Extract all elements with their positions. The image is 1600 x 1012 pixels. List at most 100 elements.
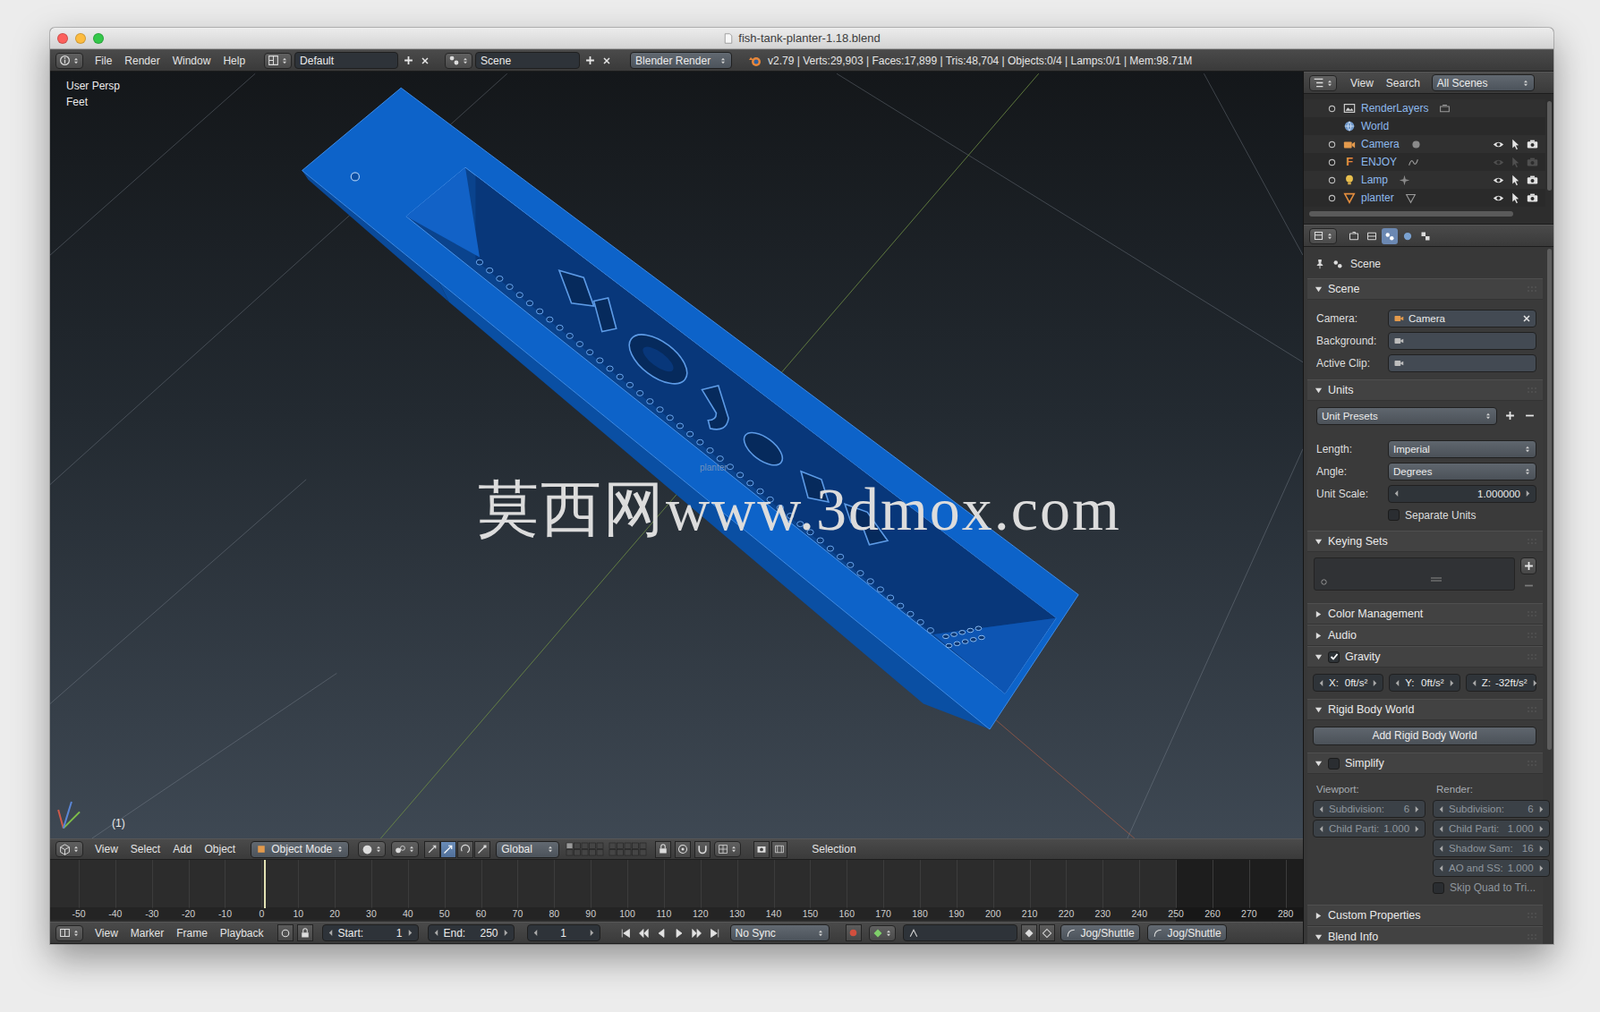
outliner-scrollbar[interactable] bbox=[1545, 99, 1554, 209]
expand-circle-icon[interactable] bbox=[1327, 104, 1337, 113]
outliner-row[interactable]: World bbox=[1303, 117, 1546, 136]
keying-mode-dropdown[interactable] bbox=[868, 925, 896, 942]
object-name[interactable]: Lamp bbox=[1361, 173, 1388, 187]
menu-item[interactable]: Playback bbox=[213, 926, 271, 941]
outliner-row[interactable]: RenderLayers bbox=[1303, 99, 1546, 118]
editor-type-button[interactable] bbox=[55, 925, 84, 942]
remove-keying-set-button[interactable] bbox=[1520, 577, 1537, 595]
expanded-triangle-icon[interactable] bbox=[1314, 285, 1323, 294]
render-camera-icon[interactable] bbox=[1526, 138, 1539, 151]
lock-layers-button[interactable] bbox=[655, 841, 672, 859]
timeline[interactable]: -50-40-30-20-100102030405060708090100110… bbox=[50, 859, 1303, 922]
start-frame-field[interactable]: Start:1 bbox=[322, 924, 419, 942]
context-tab[interactable] bbox=[1381, 228, 1398, 245]
menu-item[interactable]: Search bbox=[1379, 76, 1427, 91]
expanded-triangle-icon[interactable] bbox=[1314, 653, 1323, 662]
enum-dropdown[interactable]: Degrees bbox=[1387, 462, 1537, 481]
panel-header[interactable]: Blend Info bbox=[1307, 926, 1543, 945]
expand-circle-icon[interactable] bbox=[1327, 194, 1337, 203]
outliner-horizontal-scrollbar[interactable] bbox=[1303, 208, 1554, 220]
menu-item[interactable]: Object bbox=[198, 842, 243, 857]
menu-item[interactable]: Frame bbox=[170, 926, 214, 941]
context-tab[interactable] bbox=[1345, 228, 1362, 245]
simplify-field[interactable]: Child Parti:1.000 bbox=[1312, 819, 1426, 838]
panel-header[interactable]: Keying Sets bbox=[1307, 530, 1543, 553]
close-button[interactable] bbox=[57, 33, 69, 44]
simplify-field[interactable]: Subdivision:6 bbox=[1312, 800, 1426, 818]
insert-keyframe-button[interactable] bbox=[1021, 924, 1038, 942]
play-reverse-button[interactable] bbox=[654, 924, 670, 942]
expand-toggle[interactable] bbox=[1326, 102, 1337, 114]
rotate-manipulator[interactable] bbox=[457, 841, 474, 859]
menu-item[interactable]: View bbox=[1344, 76, 1380, 91]
panel-enable-checkbox[interactable] bbox=[1327, 757, 1340, 770]
menu-item[interactable]: Select bbox=[124, 842, 167, 857]
gravity-field[interactable]: Y:0ft/s² bbox=[1388, 673, 1460, 692]
scale-manipulator[interactable] bbox=[474, 841, 491, 859]
zoom-button[interactable] bbox=[93, 33, 104, 44]
add-keying-set-button[interactable] bbox=[1520, 557, 1537, 575]
auto-keying-toggle[interactable] bbox=[845, 924, 862, 942]
simplify-field[interactable]: AO and SS:1.000 bbox=[1432, 859, 1550, 877]
gravity-field[interactable]: Z:-32ft/s² bbox=[1465, 673, 1537, 692]
menu-item[interactable]: File bbox=[88, 53, 119, 69]
end-frame-field[interactable]: End:250 bbox=[427, 924, 515, 942]
menu-item[interactable]: Render bbox=[118, 53, 166, 69]
pivot-dropdown[interactable] bbox=[391, 841, 419, 858]
simplify-field[interactable]: Subdivision:6 bbox=[1432, 800, 1550, 818]
menu-item[interactable]: View bbox=[88, 842, 125, 857]
simplify-field[interactable]: Shadow Sam:16 bbox=[1432, 839, 1550, 858]
id-field[interactable]: Camera bbox=[1387, 309, 1537, 328]
orientation-dropdown[interactable]: Global bbox=[495, 841, 560, 859]
select-cursor-icon[interactable] bbox=[1509, 138, 1522, 151]
manipulator-toggle[interactable] bbox=[424, 841, 441, 859]
panel-header[interactable]: Audio bbox=[1307, 624, 1543, 647]
object-data[interactable] bbox=[1438, 102, 1451, 115]
render-camera-icon[interactable] bbox=[1526, 192, 1539, 205]
remove-scene-button[interactable] bbox=[599, 51, 614, 69]
scene-field[interactable]: Scene bbox=[475, 51, 580, 69]
context-tab[interactable] bbox=[1363, 228, 1380, 245]
proportional-edit-button[interactable] bbox=[674, 841, 691, 859]
number-field[interactable]: 1.000000 bbox=[1387, 485, 1537, 503]
render-camera-icon[interactable] bbox=[1526, 174, 1539, 187]
translate-manipulator[interactable] bbox=[440, 841, 457, 859]
layout-button[interactable] bbox=[263, 52, 292, 69]
collapsed-triangle-icon[interactable] bbox=[1314, 631, 1323, 640]
object-data[interactable] bbox=[1404, 192, 1417, 205]
expand-toggle[interactable] bbox=[1326, 138, 1337, 150]
outliner-row[interactable]: Lamp bbox=[1303, 170, 1546, 189]
expanded-triangle-icon[interactable] bbox=[1314, 386, 1323, 395]
select-cursor-icon[interactable] bbox=[1509, 192, 1522, 205]
menu-item[interactable]: Help bbox=[216, 53, 252, 69]
select-cursor-icon[interactable] bbox=[1509, 156, 1522, 169]
eye-icon[interactable] bbox=[1492, 156, 1505, 169]
gravity-field[interactable]: X:0ft/s² bbox=[1312, 673, 1384, 692]
panel-enable-checkbox[interactable] bbox=[1327, 651, 1340, 664]
editor-type-button[interactable] bbox=[55, 52, 84, 69]
properties-scrollbar[interactable] bbox=[1545, 246, 1554, 945]
minimize-button[interactable] bbox=[75, 33, 86, 44]
opengl-animation-button[interactable] bbox=[771, 841, 788, 859]
panel-header[interactable]: Color Management bbox=[1307, 603, 1543, 625]
jog-shuttle-button[interactable]: Jog/Shuttle bbox=[1060, 924, 1141, 942]
scene-button[interactable] bbox=[444, 52, 473, 69]
render-engine-dropdown[interactable]: Blender Render bbox=[629, 51, 732, 69]
outliner-row[interactable]: Camera bbox=[1303, 135, 1546, 154]
jump-start-button[interactable] bbox=[618, 924, 634, 942]
select-cursor-icon[interactable] bbox=[1509, 174, 1522, 187]
next-keyframe-button[interactable] bbox=[689, 924, 706, 942]
separate-units-checkbox[interactable] bbox=[1387, 509, 1400, 521]
layers-icon[interactable] bbox=[565, 838, 605, 860]
preview-range-toggle[interactable] bbox=[277, 924, 294, 942]
outliner-row[interactable]: planter bbox=[1303, 188, 1546, 207]
menu-item[interactable]: Window bbox=[166, 53, 218, 69]
panel-header[interactable]: Custom Properties bbox=[1307, 904, 1543, 927]
eye-icon[interactable] bbox=[1492, 138, 1505, 151]
3d-viewport[interactable]: User PerspFeet(1)planter莫西网www.3dmox.com bbox=[50, 71, 1303, 839]
add-scene-button[interactable] bbox=[582, 51, 597, 69]
expand-circle-icon[interactable] bbox=[1327, 176, 1337, 185]
pin-icon[interactable] bbox=[1314, 258, 1326, 270]
object-data[interactable] bbox=[1407, 156, 1420, 169]
object-data[interactable] bbox=[1398, 174, 1411, 187]
